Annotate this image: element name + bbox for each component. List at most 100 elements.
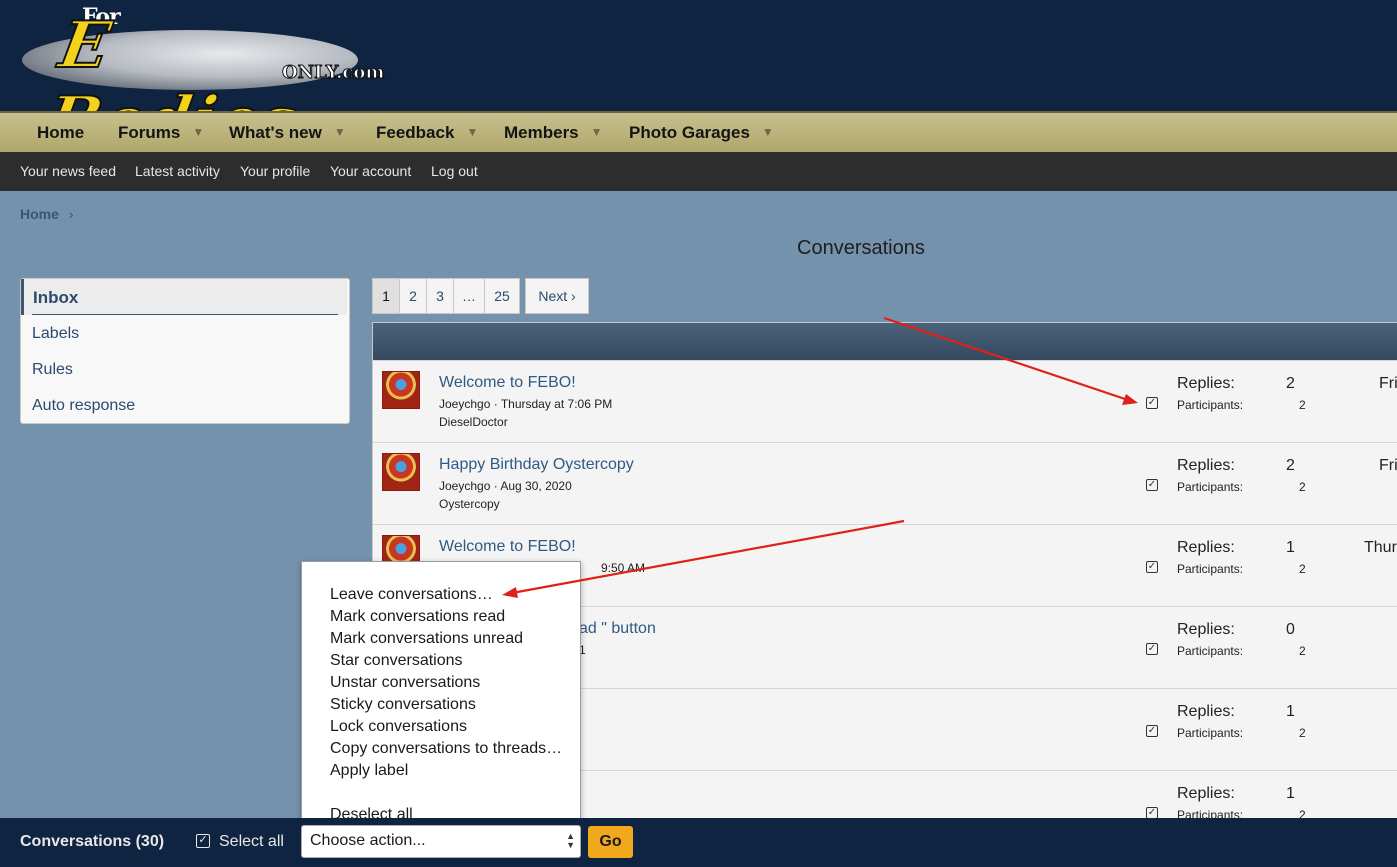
- conversation-meta: 9:50 AM: [601, 561, 646, 575]
- caret-down-icon[interactable]: ▼: [192, 125, 204, 139]
- conversation-title[interactable]: ad " button: [579, 620, 656, 638]
- conversation-meta: Joeychgo · Thursday at 7:06 PM: [439, 397, 613, 411]
- logo-only-text: ONLY.com: [281, 62, 385, 84]
- site-logo[interactable]: For E Bodies ONLY.com: [22, 2, 385, 159]
- checkbox-checked-icon[interactable]: ✓: [1146, 725, 1158, 737]
- action-dropdown-menu: Leave conversations… Mark conversations …: [301, 561, 581, 826]
- page-3-button[interactable]: 3: [426, 278, 454, 314]
- replies-label: Replies:: [1177, 457, 1235, 474]
- list-header: [373, 323, 1397, 360]
- menu-item-copy-to-threads[interactable]: Copy conversations to threads…: [330, 740, 562, 758]
- participants-label: Participants:: [1177, 644, 1244, 658]
- last-message-date[interactable]: Fri: [1379, 457, 1397, 475]
- subnav-your-account[interactable]: Your account: [330, 163, 411, 179]
- sidebar-item-inbox[interactable]: Inbox: [21, 279, 347, 315]
- checkbox-checked-icon[interactable]: ✓: [1146, 643, 1158, 655]
- participants-label: Participants:: [1177, 398, 1244, 412]
- menu-item-unstar[interactable]: Unstar conversations: [330, 674, 480, 692]
- conversation-count: Conversations (30): [20, 833, 165, 850]
- select-all-checkbox[interactable]: ✓: [196, 834, 210, 848]
- nav-photo-garages[interactable]: Photo Garages ▼: [629, 123, 774, 143]
- conversation-row[interactable]: Welcome to FEBO! Joeychgo · Thursday at …: [373, 360, 1397, 442]
- avatar[interactable]: [382, 453, 420, 491]
- subnav-news-feed[interactable]: Your news feed: [20, 163, 116, 179]
- caret-down-icon[interactable]: ▼: [591, 125, 603, 139]
- nav-feedback[interactable]: Feedback ▼: [376, 123, 478, 143]
- sidebar-item-auto-response[interactable]: Auto response: [32, 397, 135, 415]
- conversation-participants[interactable]: Oystercopy: [439, 497, 500, 511]
- conversation-title[interactable]: Happy Birthday Oystercopy: [439, 456, 634, 474]
- next-page-button[interactable]: Next ›: [525, 278, 589, 314]
- menu-item-sticky[interactable]: Sticky conversations: [330, 696, 476, 714]
- sidebar-item-rules[interactable]: Rules: [32, 361, 73, 379]
- participants-label: Participants:: [1177, 480, 1244, 494]
- conversation-meta: Joeychgo · Aug 30, 2020: [439, 479, 572, 493]
- page-1-button[interactable]: 1: [372, 278, 400, 314]
- page-2-button[interactable]: 2: [399, 278, 427, 314]
- last-message-date[interactable]: Thur: [1364, 539, 1397, 557]
- sub-nav: Your news feed Latest activity Your prof…: [0, 152, 1397, 191]
- page-ellipsis-button[interactable]: …: [453, 278, 485, 314]
- nav-forums[interactable]: Forums ▼: [118, 123, 204, 143]
- sidebar-divider: [32, 314, 338, 315]
- participants-label: Participants:: [1177, 726, 1244, 740]
- nav-whats-new[interactable]: What's new ▼: [229, 123, 346, 143]
- replies-count: 1: [1286, 539, 1295, 556]
- site-header: For E Bodies ONLY.com: [0, 0, 1397, 159]
- page-25-button[interactable]: 25: [484, 278, 520, 314]
- subnav-latest-activity[interactable]: Latest activity: [135, 163, 220, 179]
- participants-count: 2: [1299, 398, 1306, 412]
- replies-count: 1: [1286, 785, 1295, 802]
- participants-count: 2: [1299, 644, 1306, 658]
- replies-count: 2: [1286, 375, 1295, 392]
- breadcrumb: Home ›: [20, 206, 74, 222]
- nav-members[interactable]: Members ▼: [504, 123, 603, 143]
- caret-down-icon[interactable]: ▼: [762, 125, 774, 139]
- checkbox-checked-icon[interactable]: ✓: [1146, 561, 1158, 573]
- menu-item-mark-read[interactable]: Mark conversations read: [330, 608, 505, 626]
- replies-label: Replies:: [1177, 539, 1235, 556]
- replies-count: 0: [1286, 621, 1295, 638]
- checkbox-checked-icon[interactable]: ✓: [1146, 397, 1158, 409]
- select-all-label[interactable]: Select all: [219, 833, 284, 851]
- go-button[interactable]: Go: [588, 826, 633, 858]
- page-title: Conversations: [797, 237, 925, 259]
- nav-home[interactable]: Home: [37, 123, 84, 143]
- avatar[interactable]: [382, 371, 420, 409]
- menu-item-lock[interactable]: Lock conversations: [330, 718, 467, 736]
- caret-down-icon[interactable]: ▼: [466, 125, 478, 139]
- participants-label: Participants:: [1177, 562, 1244, 576]
- bulk-action-bar: Conversations (30) ✓ Select all Choose a…: [0, 818, 1397, 867]
- menu-item-star[interactable]: Star conversations: [330, 652, 463, 670]
- replies-label: Replies:: [1177, 375, 1235, 392]
- subnav-log-out[interactable]: Log out: [431, 163, 478, 179]
- caret-down-icon[interactable]: ▼: [334, 125, 346, 139]
- replies-count: 2: [1286, 457, 1295, 474]
- replies-label: Replies:: [1177, 703, 1235, 720]
- conversation-participants[interactable]: DieselDoctor: [439, 415, 508, 429]
- participants-count: 2: [1299, 726, 1306, 740]
- replies-label: Replies:: [1177, 621, 1235, 638]
- menu-item-mark-unread[interactable]: Mark conversations unread: [330, 630, 523, 648]
- action-select-value: Choose action...: [310, 832, 426, 849]
- main-nav: Home Forums ▼ What's new ▼ Feedback ▼ Membe…: [0, 111, 1397, 152]
- breadcrumb-home[interactable]: Home: [20, 206, 59, 222]
- sidebar-item-label: Inbox: [33, 288, 79, 307]
- action-select[interactable]: Choose action... ▲ ▼: [301, 825, 581, 858]
- updown-arrows-icon: ▲ ▼: [566, 831, 575, 850]
- participants-count: 2: [1299, 480, 1306, 494]
- conversation-title[interactable]: Welcome to FEBO!: [439, 538, 576, 556]
- subnav-your-profile[interactable]: Your profile: [240, 163, 310, 179]
- menu-item-leave[interactable]: Leave conversations…: [330, 586, 493, 604]
- menu-item-apply-label[interactable]: Apply label: [330, 762, 408, 780]
- replies-count: 1: [1286, 703, 1295, 720]
- conversation-row[interactable]: Happy Birthday Oystercopy Joeychgo · Aug…: [373, 442, 1397, 524]
- conversation-sidebar: Inbox Labels Rules Auto response: [20, 278, 350, 424]
- chevron-right-icon: ›: [68, 206, 74, 222]
- last-message-date[interactable]: Fri: [1379, 375, 1397, 393]
- participants-count: 2: [1299, 562, 1306, 576]
- checkbox-checked-icon[interactable]: ✓: [1146, 479, 1158, 491]
- sidebar-item-labels[interactable]: Labels: [32, 325, 79, 343]
- conversation-title[interactable]: Welcome to FEBO!: [439, 374, 576, 392]
- replies-label: Replies:: [1177, 785, 1235, 802]
